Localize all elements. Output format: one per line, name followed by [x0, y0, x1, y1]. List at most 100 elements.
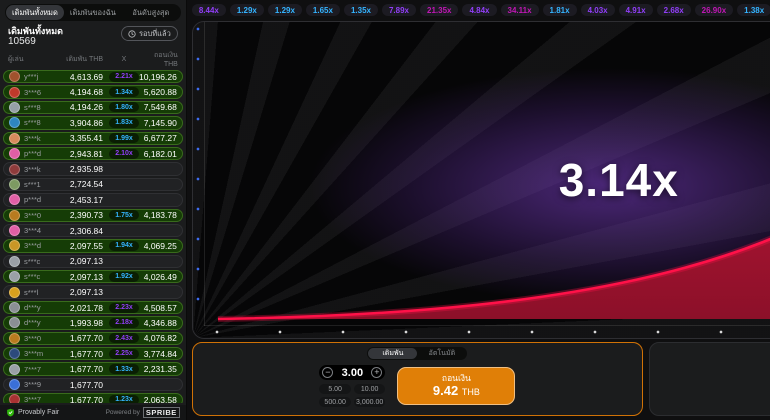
player-name: 3***7	[24, 395, 57, 403]
player-name: 3***6	[24, 88, 57, 97]
panel1-tab-bet[interactable]: เดิมพัน	[368, 348, 417, 359]
bet-amount: 2,453.17	[57, 195, 103, 205]
avatar	[9, 256, 20, 267]
game-canvas: 3.14x	[192, 21, 770, 339]
player-name: d***y	[24, 318, 57, 327]
bet-amount: 2,935.98	[57, 164, 103, 174]
table-row: s***8 3,904.86 1.83x 7,145.90	[3, 116, 183, 129]
plus-button[interactable]: +	[371, 367, 382, 378]
quick-amount-button[interactable]: 10.00	[354, 384, 386, 394]
history-multiplier[interactable]: 4.84x	[462, 4, 496, 16]
minus-button[interactable]: −	[322, 367, 333, 378]
table-row: s***c 2,097.13 1.92x 4,026.49	[3, 270, 183, 283]
table-row: 3***9 1,677.70	[3, 378, 183, 391]
multiplier-badge: 1.99x	[109, 133, 139, 143]
multiplier-badge: 1.33x	[109, 364, 139, 374]
table-row: p***d 2,453.17	[3, 193, 183, 206]
player-name: s***8	[24, 103, 57, 112]
table-row: 3***7 1,677.70 1.23x 2,063.58	[3, 393, 183, 403]
cashout-button[interactable]: ถอนเงิน 9.42 THB	[397, 367, 515, 405]
clock-history-icon	[128, 30, 136, 38]
cashout-currency: THB	[462, 387, 480, 397]
spribe-logo: SPRIBE	[143, 407, 180, 418]
player-name: 3***0	[24, 334, 57, 343]
history-items: 8.44x 1.29x 1.29x 1.65x 1.35x 7.89x 21.3…	[192, 4, 770, 16]
avatar	[9, 194, 20, 205]
cashout-value: 9.42	[433, 383, 458, 398]
bet-amount: 3,355.41	[57, 133, 103, 143]
provably-fair-shield-icon	[6, 408, 15, 417]
cashout-amount: 4,026.49	[139, 272, 177, 282]
panel1-tab-bar: เดิมพัน อัตโนมัติ	[367, 347, 467, 360]
avatar	[9, 87, 20, 98]
avatar	[9, 364, 20, 375]
bet-amount: 4,613.69	[57, 72, 103, 82]
quick-amount-button[interactable]: 500.00	[319, 397, 351, 407]
avatar	[9, 333, 20, 344]
multiplier-badge: 1.23x	[109, 395, 139, 403]
player-name: 3***0	[24, 211, 57, 220]
cashout-amount: 4,183.78	[139, 210, 177, 220]
history-multiplier[interactable]: 7.89x	[382, 4, 416, 16]
tab-all-bets[interactable]: เดิมพันทั้งหมด	[6, 5, 64, 20]
panel1-tab-auto[interactable]: อัตโนมัติ	[417, 348, 466, 359]
bet-amount: 2,021.78	[57, 303, 103, 313]
history-multiplier[interactable]: 21.35x	[420, 4, 458, 16]
bet-amount: 2,097.13	[57, 287, 103, 297]
bet-amount: 1,677.70	[57, 333, 103, 343]
player-name: 3***m	[24, 349, 57, 358]
multiplier-badge: 1.92x	[109, 272, 139, 282]
bet-amount: 1,677.70	[57, 395, 103, 403]
bet-amount: 2,097.13	[57, 256, 103, 266]
player-name: 3***9	[24, 380, 57, 389]
previous-round-button[interactable]: รอบที่แล้ว	[121, 26, 178, 41]
cashout-amount: 4,346.88	[139, 318, 177, 328]
table-row: 3***k 3,355.41 1.99x 6,677.27	[3, 132, 183, 145]
cashout-amount: 6,182.01	[139, 149, 177, 159]
curve-fill	[218, 97, 770, 319]
cashout-amount: 5,620.88	[139, 87, 177, 97]
history-multiplier[interactable]: 34.11x	[501, 4, 539, 16]
history-multiplier[interactable]: 1.29x	[230, 4, 264, 16]
table-row: 3***4 2,306.84	[3, 224, 183, 237]
quick-amount-button[interactable]: 5.00	[319, 384, 351, 394]
history-multiplier[interactable]: 1.81x	[543, 4, 577, 16]
multiplier-badge: 2.21x	[109, 72, 139, 82]
avatar	[9, 317, 20, 328]
col-bet: เดิมพัน THB	[57, 54, 103, 65]
history-multiplier[interactable]: 1.29x	[268, 4, 302, 16]
bet-amount: 1,677.70	[57, 349, 103, 359]
multiplier-badge: 2.25x	[109, 349, 139, 359]
x-axis-dots	[215, 330, 770, 334]
history-multiplier[interactable]: 2.68x	[657, 4, 691, 16]
table-row: s***l 2,097.13	[3, 285, 183, 298]
avatar	[9, 348, 20, 359]
tab-my-bets[interactable]: เดิมพันของฉัน	[64, 5, 122, 20]
quick-amount-button[interactable]: 3,000.00	[354, 397, 386, 407]
history-multiplier[interactable]: 1.38x	[737, 4, 770, 16]
table-column-headers: ผู้เล่น เดิมพัน THB X ถอนเงิน THB	[0, 48, 186, 70]
avatar	[9, 240, 20, 251]
tab-top[interactable]: อันดับสูงสุด	[122, 5, 180, 20]
bet-amount-input[interactable]: 3.00	[342, 367, 363, 379]
sidebar-tab-bar: เดิมพันทั้งหมด เดิมพันของฉัน อันดับสูงสุ…	[5, 4, 181, 21]
history-multiplier[interactable]: 8.44x	[192, 4, 226, 16]
multiplier-badge: 1.94x	[109, 241, 139, 251]
bet-amount: 2,390.73	[57, 210, 103, 220]
history-multiplier[interactable]: 4.91x	[619, 4, 653, 16]
table-row: 3***d 2,097.55 1.94x 4,069.25	[3, 239, 183, 252]
player-name: p***d	[24, 149, 57, 158]
multiplier-badge: 1.34x	[109, 87, 139, 97]
cashout-amount: 4,069.25	[139, 241, 177, 251]
table-row: 3***0 1,677.70 2.43x 4,076.82	[3, 332, 183, 345]
avatar	[9, 164, 20, 175]
history-multiplier[interactable]: 1.35x	[344, 4, 378, 16]
player-name: 3***k	[24, 134, 57, 143]
history-multiplier[interactable]: 26.90x	[695, 4, 733, 16]
history-multiplier[interactable]: 1.65x	[306, 4, 340, 16]
bet-amount: 1,993.98	[57, 318, 103, 328]
history-multiplier[interactable]: 4.03x	[581, 4, 615, 16]
multiplier-badge: 2.23x	[109, 303, 139, 313]
multiplier-badge: 2.43x	[109, 333, 139, 343]
avatar	[9, 379, 20, 390]
